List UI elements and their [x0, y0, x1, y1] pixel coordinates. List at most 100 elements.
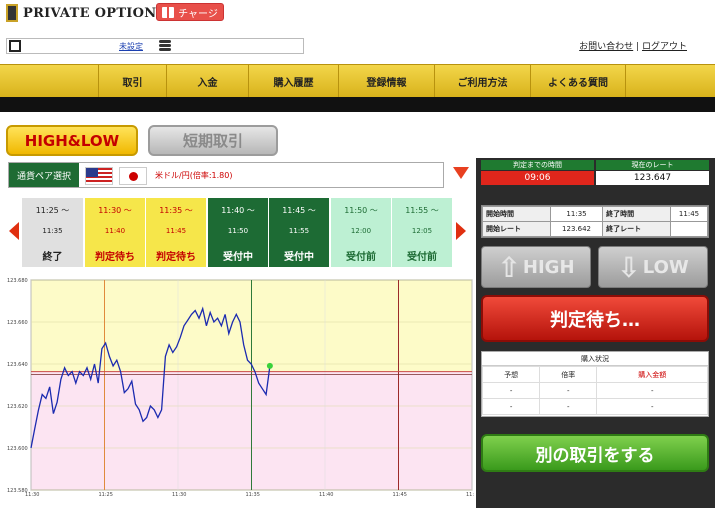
chart-y-tick-label: 123.600 [7, 446, 28, 452]
logo-text: PRIVATE OPTION [23, 5, 157, 21]
nav-item-deposit[interactable]: 入金 [166, 65, 248, 97]
purchase-status: 購入状況 予想 倍率 購入金額 - - - - - - [481, 351, 709, 417]
start-time-value: 11:35 [549, 206, 604, 222]
japan-flag-icon [119, 167, 147, 185]
tab-highlow[interactable]: HIGH&LOW [6, 125, 138, 156]
nav-item-howto[interactable]: ご利用方法 [434, 65, 530, 97]
low-label: LOW [642, 256, 689, 278]
low-button[interactable]: ⇩ LOW [598, 246, 708, 288]
slot-end-time: 11:40 [104, 227, 126, 235]
us-flag-icon [85, 167, 113, 185]
end-rate-label: 終了レート [602, 221, 672, 237]
slot-start-time: 11:55 〜 [405, 206, 439, 215]
user-info-bar: 未設定 [6, 38, 304, 54]
end-rate-value [670, 221, 708, 237]
chart-x-tick-label: 11:30 [25, 492, 39, 498]
slot-start-time: 11:35 〜 [159, 206, 193, 215]
end-time-value: 11:45 [670, 206, 708, 222]
purchase-title: 購入状況 [482, 352, 708, 366]
slot-status: 受付前 [407, 252, 437, 263]
edit-icon[interactable] [9, 40, 21, 52]
link-separator: | [636, 42, 640, 52]
purchase-header-prediction: 予想 [481, 366, 541, 383]
start-rate-label: 開始レート [482, 221, 551, 237]
slot-start-time: 11:25 〜 [35, 206, 70, 215]
purchase-header-amount: 購入金額 [596, 366, 708, 383]
time-slot[interactable]: 11:25 〜 11:35 終了 [22, 198, 83, 267]
slot-start-time: 11:45 〜 [282, 206, 316, 215]
slot-end-time: 11:35 [42, 227, 63, 235]
charge-label: チャージ [178, 8, 218, 20]
slot-start-time: 11:50 〜 [344, 206, 378, 215]
chart-y-tick-label: 123.660 [7, 320, 28, 326]
tab-short-term[interactable]: 短期取引 [148, 125, 278, 156]
purchase-cell: - [539, 398, 598, 415]
chart-x-tick-label: 11:30 [172, 492, 186, 498]
purchase-cell: - [596, 382, 708, 399]
slot-status: 受付中 [284, 252, 314, 263]
current-rate-label: 現在のレート [596, 160, 709, 170]
chart-x-tick-label: 11:45 [393, 492, 407, 498]
unset-link[interactable]: 未設定 [119, 41, 143, 52]
rate-chart-svg: 123.680123.660123.640123.620123.600123.5… [7, 278, 474, 498]
rate-chart: 123.680 123.660 123.640 123.620 123.600 123.5… [4, 278, 474, 500]
chart-current-point [266, 362, 273, 369]
contact-link[interactable]: お問い合わせ [579, 42, 633, 52]
top-links: お問い合わせ | ログアウト [579, 39, 687, 52]
start-rate-value: 123.642 [549, 221, 604, 237]
pair-name: 米ドル/円(倍率:1.80) [155, 171, 233, 180]
high-button[interactable]: ⇧ HIGH [481, 246, 591, 288]
time-to-judge-label: 判定までの時間 [481, 160, 594, 170]
slot-end-time: 11:45 [165, 227, 187, 235]
time-slot[interactable]: 11:55 〜 12:05 受付前 [391, 198, 452, 267]
slot-end-time: 11:55 [288, 227, 310, 235]
chart-y-tick-label: 123.680 [7, 278, 28, 284]
purchase-cell: - [596, 398, 708, 415]
coins-icon [159, 40, 171, 52]
currency-pair-selector[interactable]: 通貨ペア選択 米ドル/円(倍率:1.80) [8, 162, 444, 188]
charge-button[interactable]: チャージ [156, 3, 224, 21]
time-to-judge-value: 09:06 [481, 171, 594, 185]
high-label: HIGH [522, 256, 575, 278]
slot-start-time: 11:40 〜 [221, 206, 255, 215]
purchase-cell: - [481, 382, 541, 399]
new-trade-button[interactable]: 別の取引をする [481, 434, 709, 472]
purchase-header-multiplier: 倍率 [539, 366, 598, 383]
slot-status: 受付中 [223, 252, 253, 263]
pair-dropdown-arrow-icon[interactable] [453, 167, 469, 179]
purchase-cell: - [539, 382, 598, 399]
nav-item-history[interactable]: 購入履歴 [248, 65, 338, 97]
time-slot[interactable]: 11:45 〜 11:55 受付中 [268, 198, 329, 267]
nav-underbar [0, 97, 715, 112]
time-slot[interactable]: 11:50 〜 12:00 受付前 [330, 198, 391, 267]
time-slot[interactable]: 11:30 〜 11:40 判定待ち [84, 198, 145, 267]
time-slot[interactable]: 11:40 〜 11:50 受付中 [207, 198, 268, 267]
chart-x-tick-label: 11:35 [246, 492, 260, 498]
logo[interactable]: PRIVATE OPTION [6, 3, 156, 23]
slot-status: 判定待ち [95, 252, 135, 263]
time-slot[interactable]: 11:35 〜 11:45 判定待ち [145, 198, 206, 267]
pair-select-label: 通貨ペア選択 [9, 163, 79, 187]
nav-item-faq[interactable]: よくある質問 [530, 65, 626, 97]
logo-mark-icon [6, 4, 18, 22]
judging-status-button[interactable]: 判定待ち… [481, 295, 709, 342]
slot-status: 受付前 [346, 252, 376, 263]
slot-status: 終了 [42, 252, 63, 263]
chart-x-tick-label: 11:25 [99, 492, 113, 498]
slot-end-time: 12:05 [411, 227, 433, 235]
nav-item-trade[interactable]: 取引 [98, 65, 166, 97]
start-time-label: 開始時間 [482, 206, 551, 222]
slot-start-time: 11:30 〜 [98, 206, 132, 215]
arrow-up-icon: ⇧ [497, 250, 521, 284]
trade-panel: 判定までの時間 現在のレート 09:06 123.647 開始時間 11:35 … [476, 158, 715, 508]
next-slot-arrow-icon[interactable] [456, 222, 466, 240]
trade-info-grid: 開始時間 11:35 終了時間 11:45 開始レート 123.642 終了レー… [481, 205, 709, 238]
chart-y-tick-label: 123.620 [7, 404, 28, 410]
main-nav: 取引 入金 購入履歴 登録情報 ご利用方法 よくある質問 [0, 64, 715, 97]
slot-end-time: 11:50 [227, 227, 249, 235]
arrow-down-icon: ⇩ [617, 250, 641, 284]
prev-slot-arrow-icon[interactable] [9, 222, 19, 240]
nav-item-profile[interactable]: 登録情報 [338, 65, 434, 97]
slot-end-time: 12:00 [350, 227, 372, 235]
logout-link[interactable]: ログアウト [642, 42, 687, 52]
